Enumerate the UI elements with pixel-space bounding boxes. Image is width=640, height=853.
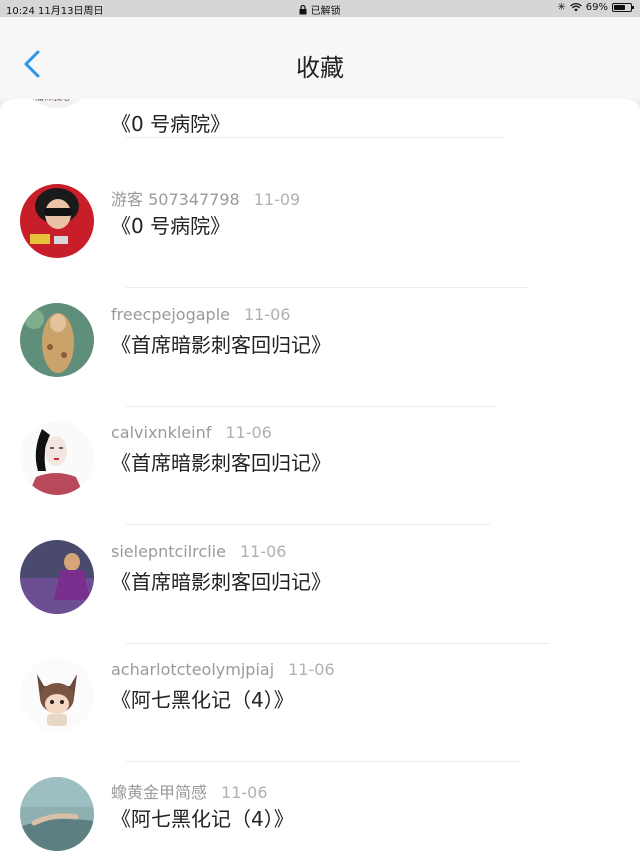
divider (126, 761, 520, 762)
item-title: 《首席暗影刺客回归记》 (111, 451, 331, 475)
list-item[interactable]: freecpejogaple 11-06 《首席暗影刺客回归记》 (0, 289, 640, 407)
item-date: 11-06 (243, 305, 291, 324)
list-item[interactable]: calvixnkleinf 11-06 《首席暗影刺客回归记》 (0, 407, 640, 525)
item-title: 《首席暗影刺客回归记》 (111, 570, 331, 594)
avatar (20, 540, 94, 614)
avatar (20, 777, 94, 851)
item-date: 11-06 (239, 542, 287, 561)
item-user: 游客 507347798 (111, 190, 240, 209)
favorites-list: 伤痛似我心 《0 号病院》 游客 507347798 11-09 《0 号病院》 (0, 99, 640, 853)
status-bar: 10:24 11月13日周日 已解锁 ✳ 69% (0, 0, 640, 17)
item-title: 《阿七黑化记（4）》 (111, 688, 294, 712)
item-user: freecpejogaple (111, 305, 230, 324)
svg-text:伤痛似我心: 伤痛似我心 (26, 99, 71, 103)
divider (126, 137, 504, 138)
item-user: calvixnkleinf (111, 423, 212, 442)
item-title: 《0 号病院》 (111, 214, 231, 238)
item-title: 《0 号病院》 (111, 112, 231, 136)
battery-percent: 69% (585, 2, 608, 13)
item-title: 《首席暗影刺客回归记》 (111, 333, 331, 357)
lock-icon (299, 4, 307, 15)
divider (126, 287, 528, 288)
item-date: 11-06 (288, 660, 335, 679)
item-date: 11-09 (253, 190, 301, 209)
item-date: 11-06 (221, 783, 268, 802)
avatar (20, 658, 94, 732)
list-item[interactable]: 游客 507347798 11-09 《0 号病院》 (0, 170, 640, 288)
list-item[interactable]: acharlotcteolymjpiaj 11-06 《阿七黑化记（4）》 (0, 644, 640, 762)
wifi-icon (569, 3, 582, 12)
divider (126, 524, 490, 525)
avatar (20, 421, 94, 495)
item-date: 11-06 (225, 423, 272, 442)
item-user: 蟓黄金甲简感 (111, 783, 208, 802)
list-item[interactable]: 蟓黄金甲简感 11-06 《阿七黑化记（4）》 (0, 763, 640, 853)
list-item[interactable]: sielepntcilrclie 11-06 《首席暗影刺客回归记》 (0, 526, 640, 644)
loading-icon: ✳ (557, 2, 566, 13)
item-title: 《阿七黑化记（4）》 (111, 807, 294, 831)
avatar: 伤痛似我心 (20, 99, 94, 108)
item-user: sielepntcilrclie (111, 542, 226, 561)
item-user: acharlotcteolymjpiaj (111, 660, 275, 679)
avatar (20, 303, 94, 377)
battery-icon (612, 3, 634, 12)
page-title: 收藏 (296, 54, 344, 82)
lock-status-text: 已解锁 (310, 6, 341, 17)
lock-status: 已解锁 (0, 2, 640, 17)
list-item[interactable]: 伤痛似我心 《0 号病院》 (0, 99, 640, 138)
avatar (20, 184, 94, 258)
nav-bar: 收藏 (0, 17, 640, 99)
